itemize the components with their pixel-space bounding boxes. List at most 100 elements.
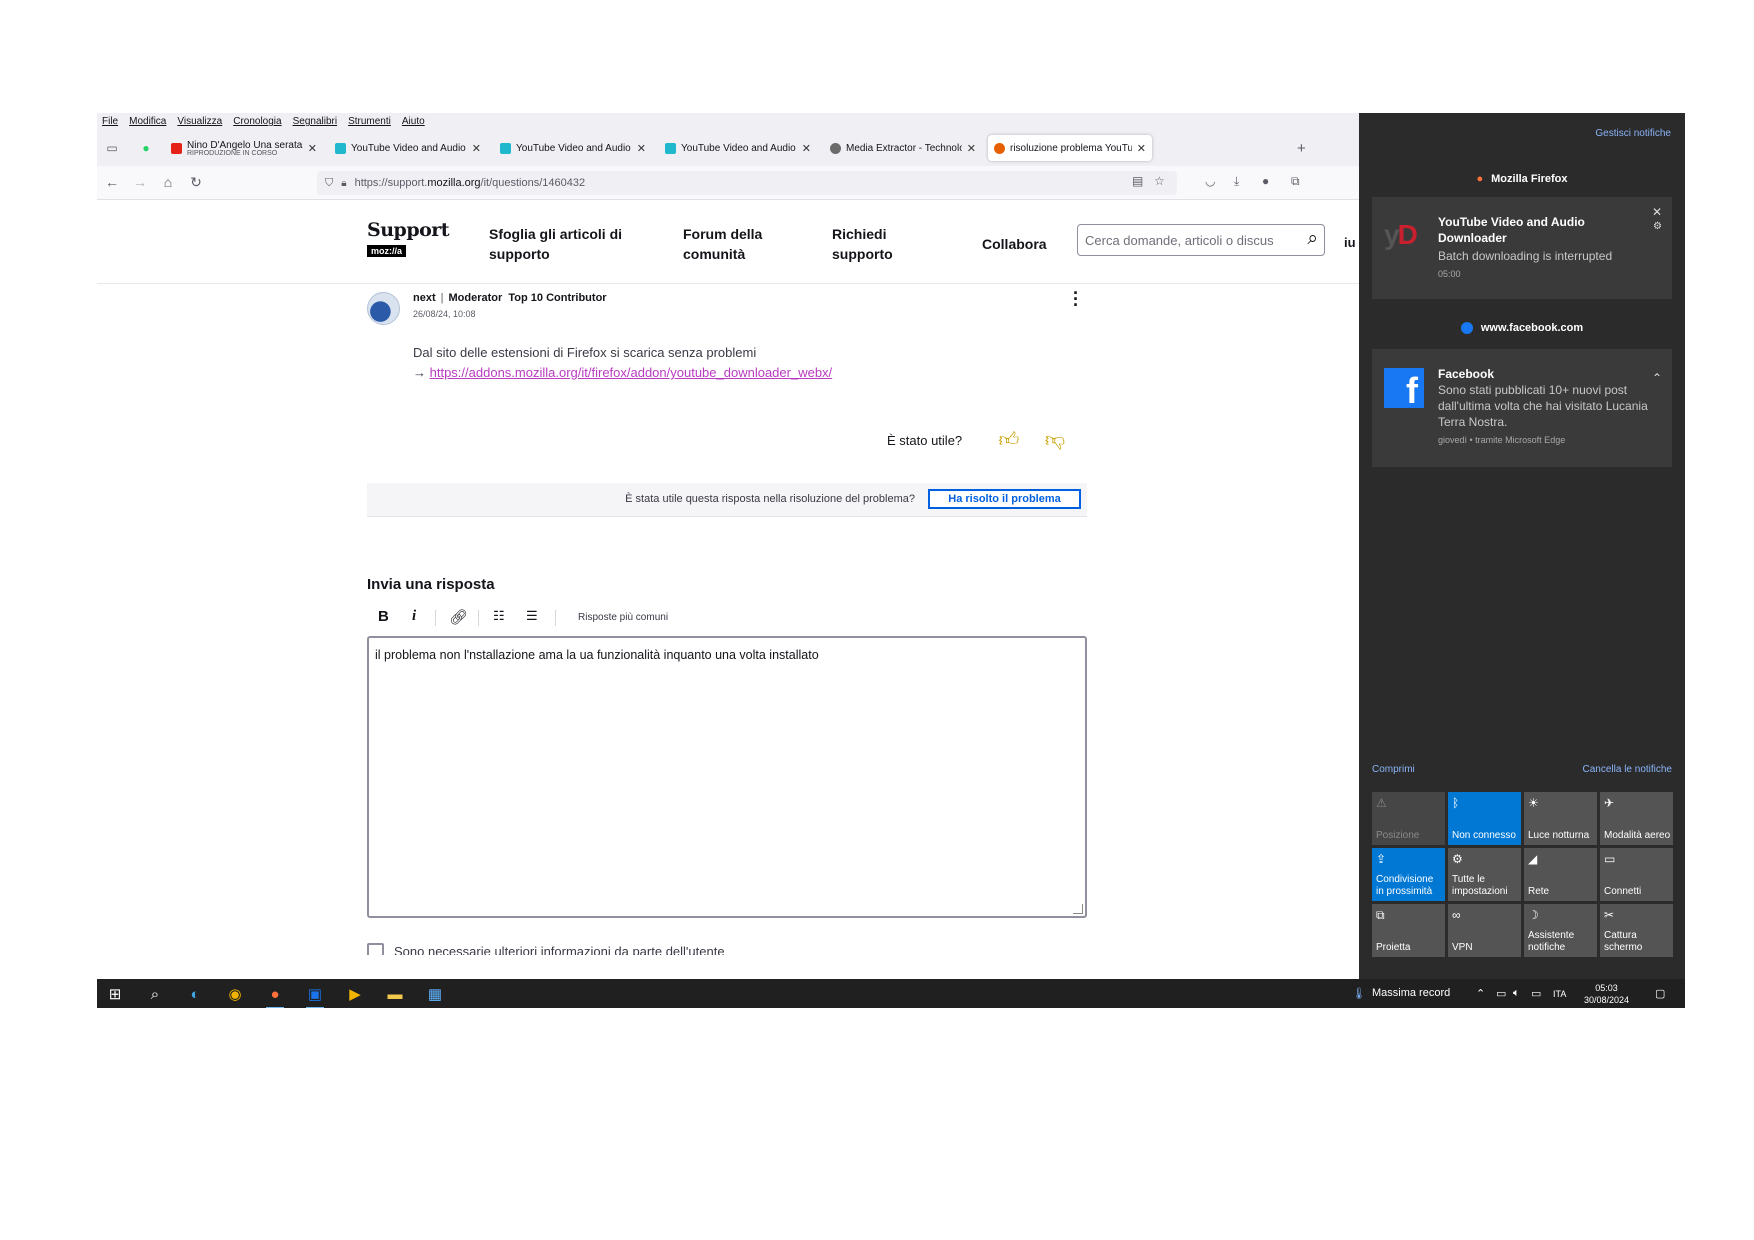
menu-segnalibri[interactable]: Segnalibri: [293, 116, 337, 127]
tile-project[interactable]: ⧉ Proietta: [1372, 904, 1445, 957]
close-tab-icon[interactable]: ✕: [308, 142, 317, 155]
tab-5-active[interactable]: risoluzione problema YouTube ✕: [988, 135, 1152, 161]
settings-gear-icon[interactable]: ⚙: [1653, 221, 1662, 232]
tile-night-light[interactable]: ☀ Luce notturna: [1524, 792, 1597, 845]
store-icon[interactable]: ▦: [423, 983, 447, 1005]
language-indicator[interactable]: ITA: [1553, 989, 1566, 999]
numbered-list-icon[interactable]: ☷: [493, 608, 505, 624]
tile-focus-assist[interactable]: ☽ Assistente notifiche: [1524, 904, 1597, 957]
notification-center-icon[interactable]: ▢: [1655, 987, 1665, 1000]
tab-1[interactable]: YouTube Video and Audio Dow ✕: [329, 135, 487, 161]
menu-visualizza[interactable]: Visualizza: [177, 116, 222, 127]
more-options-icon[interactable]: · · ·: [1073, 284, 1079, 314]
tile-connect[interactable]: ▭ Connetti: [1600, 848, 1673, 901]
tab-4[interactable]: Media Extractor - TechnologyTo ✕: [824, 135, 982, 161]
whatsapp-pinned-tab-icon[interactable]: ●: [133, 136, 159, 160]
search-icon[interactable]: ⌕: [143, 983, 167, 1005]
notification-facebook[interactable]: f Facebook Sono stati pubblicati 10+ nuo…: [1372, 349, 1672, 467]
menu-cronologia[interactable]: Cronologia: [233, 116, 281, 127]
tile-nearby-sharing[interactable]: ⇪ Condivisione in prossimità: [1372, 848, 1445, 901]
tile-all-settings[interactable]: ⚙ Tutte le impostazioni: [1448, 848, 1521, 901]
avatar[interactable]: [367, 292, 400, 325]
nav-community-forum[interactable]: Forum della comunità: [683, 224, 783, 264]
back-icon[interactable]: ←: [103, 174, 121, 190]
tile-bluetooth[interactable]: ᛒ Non connesso: [1448, 792, 1521, 845]
tile-vpn[interactable]: ∞ VPN: [1448, 904, 1521, 957]
mozilla-badge: moz://a: [367, 245, 407, 257]
tile-location[interactable]: ⚠ Posizione: [1372, 792, 1445, 845]
extensions-icon[interactable]: ⧉: [1291, 174, 1300, 189]
meet-now-icon[interactable]: ▭: [1496, 987, 1506, 1000]
tile-airplane-mode[interactable]: ✈ Modalità aereo: [1600, 792, 1673, 845]
bullet-list-icon[interactable]: ☰: [526, 608, 538, 624]
solved-problem-button[interactable]: Ha risolto il problema: [928, 489, 1081, 509]
bold-icon[interactable]: B: [378, 608, 389, 625]
new-tab-icon[interactable]: +: [1297, 140, 1306, 157]
tile-network[interactable]: ◢ Rete: [1524, 848, 1597, 901]
outlook-icon[interactable]: ▣: [303, 983, 327, 1008]
italic-icon[interactable]: i: [412, 608, 416, 625]
reply-textarea[interactable]: il problema non l'nstallazione ama la ua…: [367, 636, 1087, 918]
firefox-view-icon[interactable]: ▭: [99, 136, 125, 160]
addon-link[interactable]: https://addons.mozilla.org/it/firefox/ad…: [430, 365, 833, 380]
chevron-up-icon[interactable]: ⌃: [1652, 371, 1662, 385]
url-bar[interactable]: ⛉ 🔒︎ https://support.mozilla.org/it/ques…: [317, 171, 1177, 195]
nav-overflow-text[interactable]: iu: [1344, 235, 1356, 250]
resize-grip-icon[interactable]: [1073, 904, 1083, 914]
nav-browse-articles[interactable]: Sfoglia gli articoli di supporto: [489, 224, 629, 264]
notification-youtube-downloader[interactable]: yD YouTube Video and Audio Downloader Ba…: [1372, 197, 1672, 299]
volume-icon[interactable]: 🔈︎: [1513, 987, 1520, 1000]
close-icon[interactable]: ✕: [1652, 205, 1662, 219]
clock[interactable]: 05:03 30/08/2024: [1584, 982, 1629, 1006]
close-tab-icon[interactable]: ✕: [802, 142, 811, 155]
close-tab-icon[interactable]: ✕: [967, 142, 976, 155]
chevron-up-icon[interactable]: ⌃: [1476, 987, 1485, 1000]
downloads-icon[interactable]: ⤓: [1234, 174, 1239, 189]
nav-ask-support[interactable]: Richiedi supporto: [832, 224, 912, 264]
nav-contribute[interactable]: Collabora: [982, 234, 1047, 254]
lock-icon[interactable]: 🔒︎: [341, 178, 346, 189]
windows-start-icon[interactable]: ⊞: [103, 983, 127, 1005]
chrome-icon[interactable]: ◉: [223, 983, 247, 1005]
search-icon[interactable]: ⌕: [1307, 228, 1318, 250]
close-tab-icon[interactable]: ✕: [1137, 142, 1146, 155]
close-tab-icon[interactable]: ✕: [472, 142, 481, 155]
media-player-icon[interactable]: ▶: [343, 983, 367, 1005]
reload-icon[interactable]: ↻: [187, 174, 205, 191]
author-name[interactable]: next: [413, 292, 436, 304]
clear-notifications-link[interactable]: Cancella le notifiche: [1583, 764, 1673, 775]
menu-file[interactable]: File: [102, 116, 118, 127]
account-icon[interactable]: ●: [1262, 174, 1269, 188]
search-input[interactable]: Cerca domande, articoli o discus ⌕: [1077, 224, 1325, 256]
firefox-icon[interactable]: ●: [263, 983, 287, 1008]
file-explorer-icon[interactable]: ▬: [383, 983, 407, 1005]
manage-notifications-link[interactable]: Gestisci notifiche: [1595, 128, 1671, 139]
edge-icon[interactable]: ◐: [183, 983, 207, 1005]
bookmark-star-icon[interactable]: ☆: [1154, 174, 1165, 188]
tab-0[interactable]: Nino D'Angelo Una serata partiRIPRODUZIO…: [165, 135, 323, 161]
pocket-icon[interactable]: ◡: [1205, 174, 1215, 188]
contributor-badge: Top 10 Contributor: [508, 292, 607, 304]
weather-icon[interactable]: 🌡︎: [1352, 987, 1366, 1000]
common-responses-button[interactable]: Risposte più comuni: [578, 612, 668, 623]
shield-icon[interactable]: ⛉: [325, 177, 333, 190]
menu-strumenti[interactable]: Strumenti: [348, 116, 391, 127]
network-icon[interactable]: ▭: [1531, 987, 1541, 1000]
more-info-option[interactable]: Sono necessarie ulteriori informazioni d…: [367, 943, 725, 955]
tab-3[interactable]: YouTube Video and Audio Dow ✕: [659, 135, 817, 161]
thumbs-up-icon[interactable]: 👍︎: [997, 429, 1021, 451]
weather-text[interactable]: Massima record: [1372, 987, 1450, 999]
tab-2[interactable]: YouTube Video and Audio Dow ✕: [494, 135, 652, 161]
close-tab-icon[interactable]: ✕: [637, 142, 646, 155]
home-icon[interactable]: ⌂: [159, 174, 177, 190]
forward-icon[interactable]: →: [131, 174, 149, 190]
link-icon[interactable]: 🔗︎: [449, 608, 468, 626]
collapse-link[interactable]: Comprimi: [1372, 764, 1415, 775]
support-logo[interactable]: Support moz://a: [367, 219, 450, 259]
more-info-checkbox[interactable]: [367, 943, 384, 955]
reader-view-icon[interactable]: ▤: [1132, 174, 1143, 188]
thumbs-down-icon[interactable]: 👎︎: [1043, 429, 1067, 451]
tile-screen-snip[interactable]: ✂ Cattura schermo: [1600, 904, 1673, 957]
menu-modifica[interactable]: Modifica: [129, 116, 166, 127]
menu-aiuto[interactable]: Aiuto: [402, 116, 425, 127]
